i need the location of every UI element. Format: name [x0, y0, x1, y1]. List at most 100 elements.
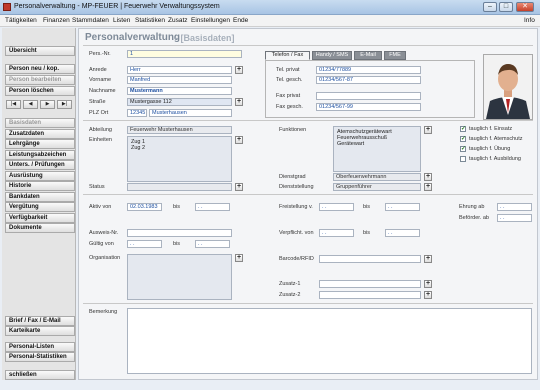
add-unit-button[interactable]: + — [235, 136, 243, 144]
add-extra2-button[interactable]: + — [424, 291, 432, 299]
sidebar-item-ausrüstung[interactable]: Ausrüstung — [5, 170, 75, 181]
menu-zusatz[interactable]: Zusatz — [168, 17, 188, 24]
exempt-to-field[interactable]: . . — [385, 203, 420, 211]
menu-listen[interactable]: Listen — [113, 17, 130, 24]
person-photo[interactable] — [483, 54, 533, 120]
tel-business-field[interactable]: 01234/567-87 — [316, 76, 421, 84]
add-status-button[interactable]: + — [235, 183, 243, 191]
person-lists-button[interactable]: Personal-Listen — [5, 342, 75, 352]
remarks-field[interactable] — [127, 308, 532, 374]
minimize-button[interactable]: – — [483, 2, 497, 12]
add-rank-button[interactable]: + — [424, 173, 432, 181]
fit-einsatz-label: tauglich f. Einsatz — [469, 126, 513, 132]
first-record-button[interactable]: |◀ — [6, 100, 21, 109]
sidebar-item-basisdaten[interactable]: Basisdaten — [5, 118, 75, 128]
page-subtitle: - [Basisdaten] — [175, 33, 235, 43]
promotion-field[interactable]: . . — [497, 214, 532, 222]
menu-info[interactable]: Info — [524, 17, 535, 24]
street-field[interactable]: Mustergasse 112 — [127, 98, 232, 106]
fax-business-field[interactable]: 01234/567-99 — [316, 103, 421, 111]
person-stats-button[interactable]: Personal-Statistiken — [5, 352, 75, 362]
edit-person-button[interactable]: Person bearbeiten — [5, 75, 75, 85]
list-item[interactable]: Zug 2 — [131, 145, 228, 151]
firstname-field[interactable]: Manfred — [127, 76, 232, 84]
add-salutation-button[interactable]: + — [235, 66, 243, 74]
add-function-button[interactable]: + — [424, 126, 432, 134]
add-street-button[interactable]: + — [235, 98, 243, 106]
add-extra1-button[interactable]: + — [424, 280, 432, 288]
street-label: Straße — [89, 99, 106, 105]
last-record-button[interactable]: ▶| — [57, 100, 72, 109]
list-item[interactable]: Gerätewart — [337, 141, 417, 147]
fax-private-field[interactable] — [316, 92, 421, 100]
add-position-button[interactable]: + — [424, 183, 432, 191]
prev-record-button[interactable]: ◀ — [23, 100, 38, 109]
letter-button[interactable]: Brief / Fax / E-Mail — [5, 316, 75, 326]
portrait-image — [484, 55, 532, 119]
pers-nr-field[interactable]: 1 — [127, 50, 242, 58]
organisation-list[interactable] — [127, 254, 232, 300]
fit-ausbildung-checkbox[interactable] — [460, 156, 466, 162]
fit-atemschutz-checkbox[interactable] — [460, 135, 466, 142]
fit-uebung-checkbox[interactable] — [460, 145, 466, 152]
tab-handy-sms[interactable]: Handy / SMS — [312, 51, 352, 60]
status-field[interactable] — [127, 183, 232, 191]
units-label: Einheiten — [89, 137, 112, 143]
id-field[interactable] — [127, 229, 232, 237]
functions-list[interactable]: Atemschutzgerätewart Feuerwehrausschuß G… — [333, 126, 421, 172]
menu-stammdaten[interactable]: Stammdaten — [72, 17, 109, 24]
rank-field[interactable]: Oberfeuerwehrmann — [333, 173, 421, 181]
delete-person-button[interactable]: Person löschen — [5, 86, 75, 96]
department-field[interactable]: Feuerwehr Musterhausen — [127, 126, 232, 134]
sidebar-item-zusatzdaten[interactable]: Zusatzdaten — [5, 128, 75, 139]
menu-finanzen[interactable]: Finanzen — [43, 17, 70, 24]
barcode-label: Barcode/RFID — [279, 256, 314, 262]
active-bis-label: bis — [173, 204, 181, 210]
sidebar-item-vergütung[interactable]: Vergütung — [5, 202, 75, 212]
sidebar-item-unters-prüfungen[interactable]: Unters. / Prüfungen — [5, 160, 75, 170]
next-record-button[interactable]: ▶ — [40, 100, 55, 109]
menu-taetigkeiten[interactable]: Tätigkeiten — [5, 17, 37, 24]
add-barcode-button[interactable]: + — [424, 255, 432, 263]
menu-ende[interactable]: Ende — [233, 17, 248, 24]
menu-statistiken[interactable]: Statistiken — [135, 17, 165, 24]
duty-to-field[interactable]: . . — [385, 229, 420, 237]
main-panel: Personalverwaltung - [Basisdaten] Pers.-… — [78, 28, 538, 380]
close-form-button[interactable]: schließen — [5, 370, 75, 380]
new-person-button[interactable]: Person neu / kop. — [5, 64, 75, 74]
divider — [83, 120, 533, 121]
lastname-field[interactable]: Mustermann — [127, 87, 232, 95]
active-to-field[interactable]: . . — [195, 203, 230, 211]
valid-from-field[interactable]: . . — [127, 240, 162, 248]
add-organisation-button[interactable]: + — [235, 254, 243, 262]
valid-to-field[interactable]: . . — [195, 240, 230, 248]
extra1-field[interactable] — [319, 280, 421, 288]
tab-fme[interactable]: FME — [384, 51, 406, 60]
fit-einsatz-checkbox[interactable] — [460, 125, 466, 132]
menu-einstellungen[interactable]: Einstellungen — [191, 17, 230, 24]
sidebar-item-dokumente[interactable]: Dokumente — [5, 223, 75, 233]
tel-private-field[interactable]: 01234/77889 — [316, 66, 421, 74]
extra2-field[interactable] — [319, 291, 421, 299]
overview-button[interactable]: Übersicht — [5, 46, 75, 56]
sidebar-item-historie[interactable]: Historie — [5, 181, 75, 191]
position-field[interactable]: Gruppenführer — [333, 183, 421, 191]
units-list[interactable]: Zug 1 Zug 2 — [127, 136, 232, 182]
exempt-from-field[interactable]: . . — [319, 203, 354, 211]
maximize-button[interactable]: □ — [499, 2, 513, 12]
duty-from-field[interactable]: . . — [319, 229, 354, 237]
sidebar-item-leistungsabzeichen[interactable]: Leistungsabzeichen — [5, 149, 75, 160]
tab-telefon-fax[interactable]: Telefon / Fax — [265, 51, 310, 60]
barcode-field[interactable] — [319, 255, 421, 263]
card-button[interactable]: Karteikarte — [5, 326, 75, 336]
active-from-field[interactable]: 02.03.1983 — [127, 203, 162, 211]
honor-field[interactable]: . . — [497, 203, 532, 211]
zip-field[interactable]: 12345 — [127, 109, 147, 117]
close-window-button[interactable]: ✕ — [516, 2, 534, 12]
sidebar-item-verfügbarkeit[interactable]: Verfügbarkeit — [5, 212, 75, 223]
sidebar-item-bankdaten[interactable]: Bankdaten — [5, 191, 75, 202]
city-field[interactable]: Musterhausen — [149, 109, 232, 117]
salutation-field[interactable]: Herr — [127, 66, 232, 74]
sidebar-item-lehrgänge[interactable]: Lehrgänge — [5, 139, 75, 149]
tab-email[interactable]: E-Mail — [354, 51, 382, 60]
